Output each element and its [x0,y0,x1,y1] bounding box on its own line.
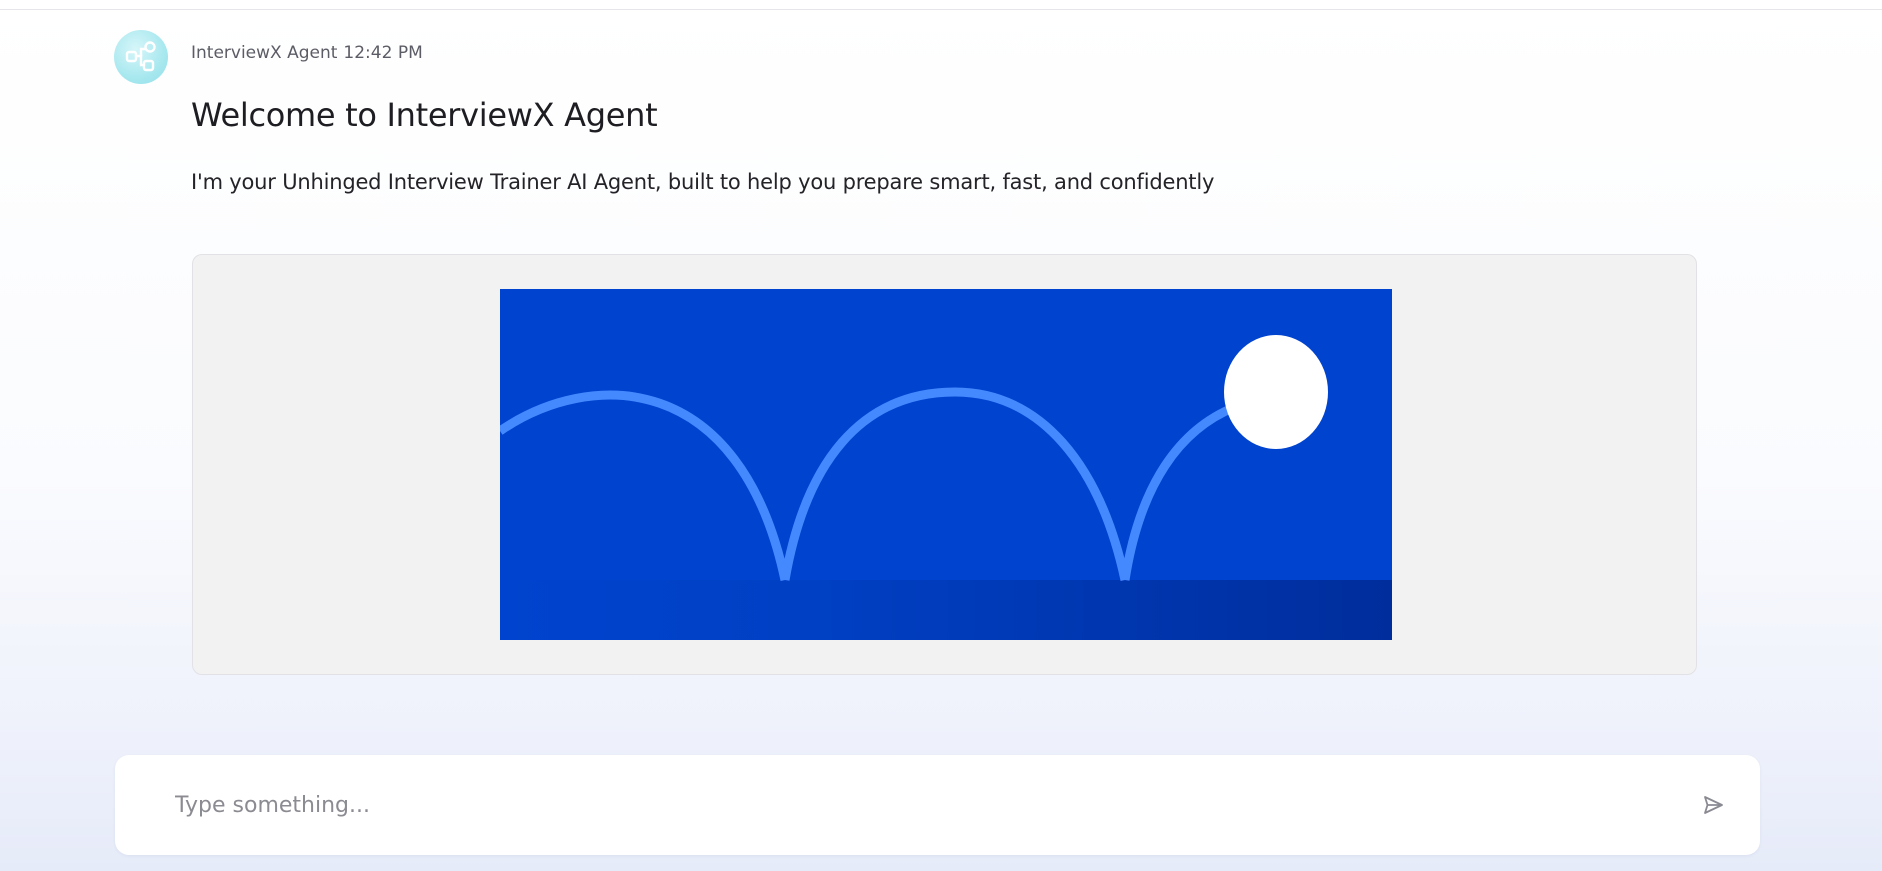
top-divider [0,0,1882,10]
bouncing-ball-illustration [500,289,1392,640]
message-body: I'm your Unhinged Interview Trainer AI A… [191,170,1215,194]
media-card [192,254,1697,675]
illustration-floor [500,580,1392,640]
message-meta: InterviewX Agent 12:42 PM [191,43,423,63]
sender-name: InterviewX Agent [191,43,338,63]
message-input[interactable] [175,785,1625,825]
message-time: 12:42 PM [343,43,423,63]
send-icon [1704,796,1723,814]
message-composer [115,755,1760,855]
message-title: Welcome to InterviewX Agent [191,96,658,134]
agent-avatar-icon [125,41,156,72]
ball [1224,335,1328,449]
agent-avatar [114,30,168,84]
send-button[interactable] [1695,787,1731,823]
